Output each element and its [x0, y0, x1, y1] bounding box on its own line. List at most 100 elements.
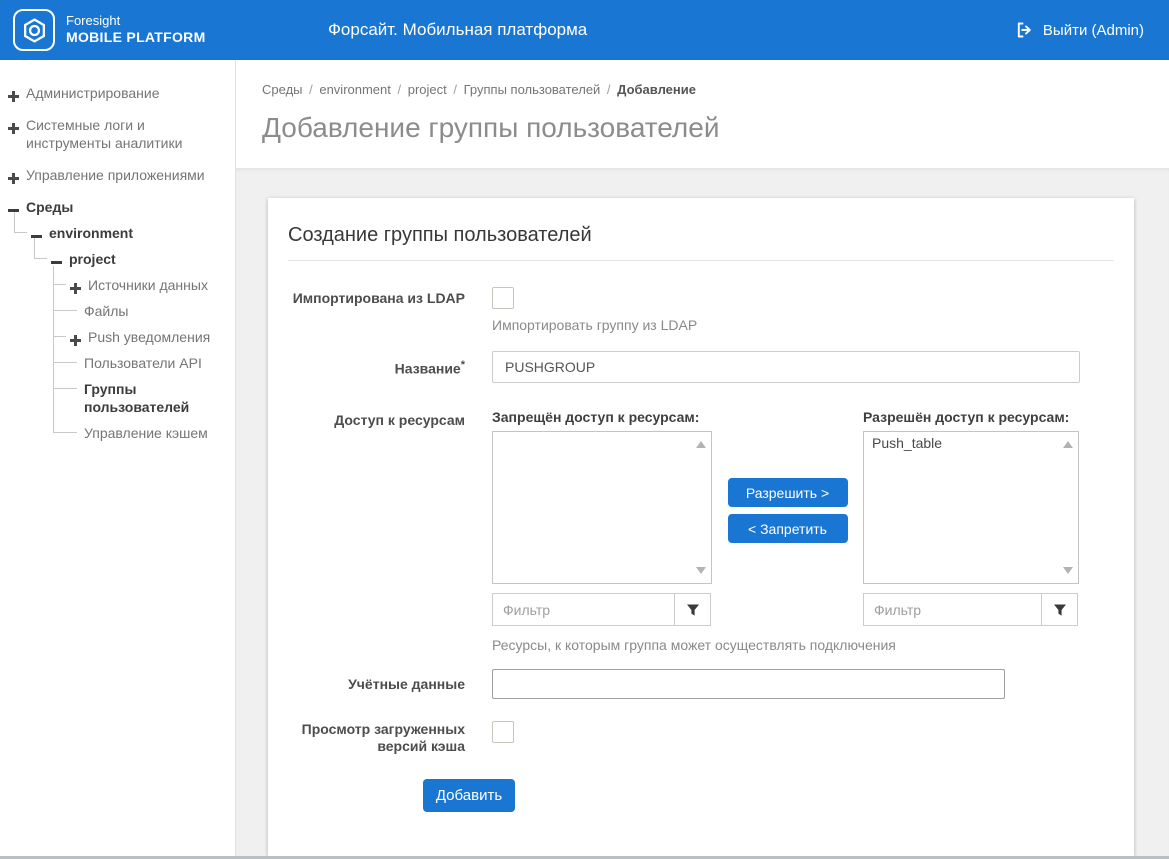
allowed-filter-button[interactable] [1041, 593, 1078, 626]
sidebar-item-cache-management[interactable]: Управление кэшем [53, 420, 235, 446]
page-body: Создание группы пользователей Импортиров… [236, 168, 1169, 856]
sidebar-item-files[interactable]: Файлы [53, 298, 235, 324]
tree-children-group: Источники данных Файлы Push уведомления Пол… [53, 272, 235, 446]
logo-text: Foresight MOBILE PLATFORM [66, 14, 206, 45]
transfer-buttons: Разрешить > < Запретить [712, 409, 863, 626]
sidebar-item-label: Среды [26, 198, 225, 216]
logout-label: Выйти (Admin) [1043, 22, 1144, 39]
tree-tick-connector [53, 301, 77, 311]
tree-tick-connector [53, 327, 66, 337]
expand-plus-icon[interactable] [70, 280, 81, 291]
denied-list-label: Запрещён доступ к ресурсам: [492, 409, 712, 425]
breadcrumb-link[interactable]: environment [319, 82, 391, 97]
sidebar-item-label: Пользователи API [84, 354, 225, 372]
name-label: Название* [288, 357, 465, 378]
sidebar-item-push-notifications[interactable]: Push уведомления [53, 324, 235, 350]
submit-row: Добавить [423, 779, 1114, 812]
sidebar-item-label: Источники данных [88, 276, 225, 294]
scroll-up-icon[interactable] [1063, 441, 1073, 448]
main-content: Среды / environment / project / Группы п… [236, 60, 1169, 856]
tree-tick-connector [53, 423, 77, 433]
name-input[interactable] [492, 351, 1080, 383]
allowed-resources-listbox[interactable]: Push_table [863, 431, 1079, 584]
sidebar-item-app-management[interactable]: Управление приложениями [0, 162, 235, 188]
tree-tick-connector [53, 379, 77, 389]
cache-label: Просмотр загруженных версий кэша [288, 721, 465, 755]
sidebar-item-data-sources[interactable]: Источники данных [53, 272, 235, 298]
breadcrumb-link[interactable]: Группы пользователей [464, 82, 601, 97]
allowed-filter-row [863, 593, 1079, 626]
resources-helper-text: Ресурсы, к которым группа может осуществ… [492, 637, 1114, 653]
breadcrumb-separator: / [391, 82, 408, 97]
funnel-icon [1053, 603, 1067, 617]
expand-plus-icon[interactable] [8, 170, 19, 181]
sidebar-item-api-users[interactable]: Пользователи API [53, 350, 235, 376]
sidebar-item-administration[interactable]: Администрирование [0, 80, 235, 106]
denied-filter-input[interactable] [492, 593, 675, 626]
sidebar-item-label: Push уведомления [88, 328, 225, 346]
sidebar: Администрирование Системные логи и инстру… [0, 60, 236, 856]
sidebar-item-label: project [69, 250, 225, 268]
sidebar-item-label: Файлы [84, 302, 225, 320]
allowed-filter-input[interactable] [863, 593, 1042, 626]
group-creation-card: Создание группы пользователей Импортиров… [268, 198, 1134, 856]
collapse-minus-icon[interactable] [51, 254, 62, 265]
app-title: Форсайт. Мобильная платформа [328, 0, 587, 60]
resources-label: Доступ к ресурсам [288, 409, 465, 653]
credentials-input[interactable] [492, 669, 1005, 699]
denied-resources-listbox[interactable] [492, 431, 712, 584]
allowed-list-label: Разрешён доступ к ресурсам: [863, 409, 1079, 425]
sidebar-item-label: environment [49, 224, 225, 242]
cache-checkbox[interactable] [492, 721, 514, 743]
sign-out-icon [1015, 21, 1033, 39]
add-button[interactable]: Добавить [423, 779, 515, 812]
scroll-down-icon[interactable] [696, 567, 706, 574]
credentials-row: Учётные данные [288, 669, 1114, 699]
sidebar-item-label: Системные логи и инструменты аналитики [26, 116, 225, 152]
denied-filter-row [492, 593, 712, 626]
sidebar-item-environments[interactable]: Среды [0, 194, 235, 220]
allow-button[interactable]: Разрешить > [728, 478, 848, 507]
sidebar-item-user-groups[interactable]: Группы пользователей [53, 376, 235, 420]
breadcrumb-separator: / [303, 82, 320, 97]
tree-elbow-connector [14, 212, 27, 233]
page-head: Среды / environment / project / Группы п… [236, 60, 1169, 168]
group-form: Импортирована из LDAP Импортировать груп… [288, 287, 1114, 812]
sidebar-item-label: Группы пользователей [84, 380, 225, 416]
breadcrumb-link[interactable]: project [408, 82, 447, 97]
breadcrumb-current: Добавление [617, 82, 696, 97]
expand-plus-icon[interactable] [8, 88, 19, 99]
denied-filter-button[interactable] [674, 593, 711, 626]
breadcrumb-separator: / [447, 82, 464, 97]
deny-button[interactable]: < Запретить [728, 514, 848, 543]
credentials-label: Учётные данные [288, 676, 465, 693]
logo-line1: Foresight [66, 14, 206, 29]
breadcrumb-link[interactable]: Среды [262, 82, 303, 97]
breadcrumb: Среды / environment / project / Группы п… [262, 82, 1143, 97]
app-logo[interactable]: Foresight MOBILE PLATFORM [0, 9, 206, 51]
scroll-down-icon[interactable] [1063, 567, 1073, 574]
ldap-row: Импортирована из LDAP Импортировать груп… [288, 287, 1114, 333]
resource-item[interactable]: Push_table [864, 432, 1078, 454]
resources-row: Доступ к ресурсам Запрещён доступ к ресу… [288, 409, 1114, 653]
allowed-column: Разрешён доступ к ресурсам: Push_table [863, 409, 1079, 626]
scroll-up-icon[interactable] [696, 441, 706, 448]
ldap-checkbox[interactable] [492, 287, 514, 309]
tree-elbow-connector [34, 238, 47, 259]
logout-button[interactable]: Выйти (Admin) [1015, 0, 1144, 60]
logo-line2: MOBILE PLATFORM [66, 29, 206, 45]
tree-tick-connector [53, 353, 77, 363]
page-title: Добавление группы пользователей [262, 112, 1143, 144]
expand-plus-icon[interactable] [70, 332, 81, 343]
expand-plus-icon[interactable] [8, 120, 19, 131]
breadcrumb-separator: / [600, 82, 617, 97]
sidebar-item-label: Администрирование [26, 84, 225, 102]
sidebar-item-system-logs[interactable]: Системные логи и инструменты аналитики [0, 112, 235, 156]
app-header: Foresight MOBILE PLATFORM Форсайт. Мобил… [0, 0, 1169, 60]
sidebar-item-label: Управление приложениями [26, 166, 225, 184]
cache-row: Просмотр загруженных версий кэша [288, 721, 1114, 755]
card-title: Создание группы пользователей [288, 224, 1114, 261]
sidebar-item-project[interactable]: project [0, 246, 235, 272]
ldap-label: Импортирована из LDAP [288, 287, 465, 333]
foresight-hexagon-icon [13, 9, 55, 51]
